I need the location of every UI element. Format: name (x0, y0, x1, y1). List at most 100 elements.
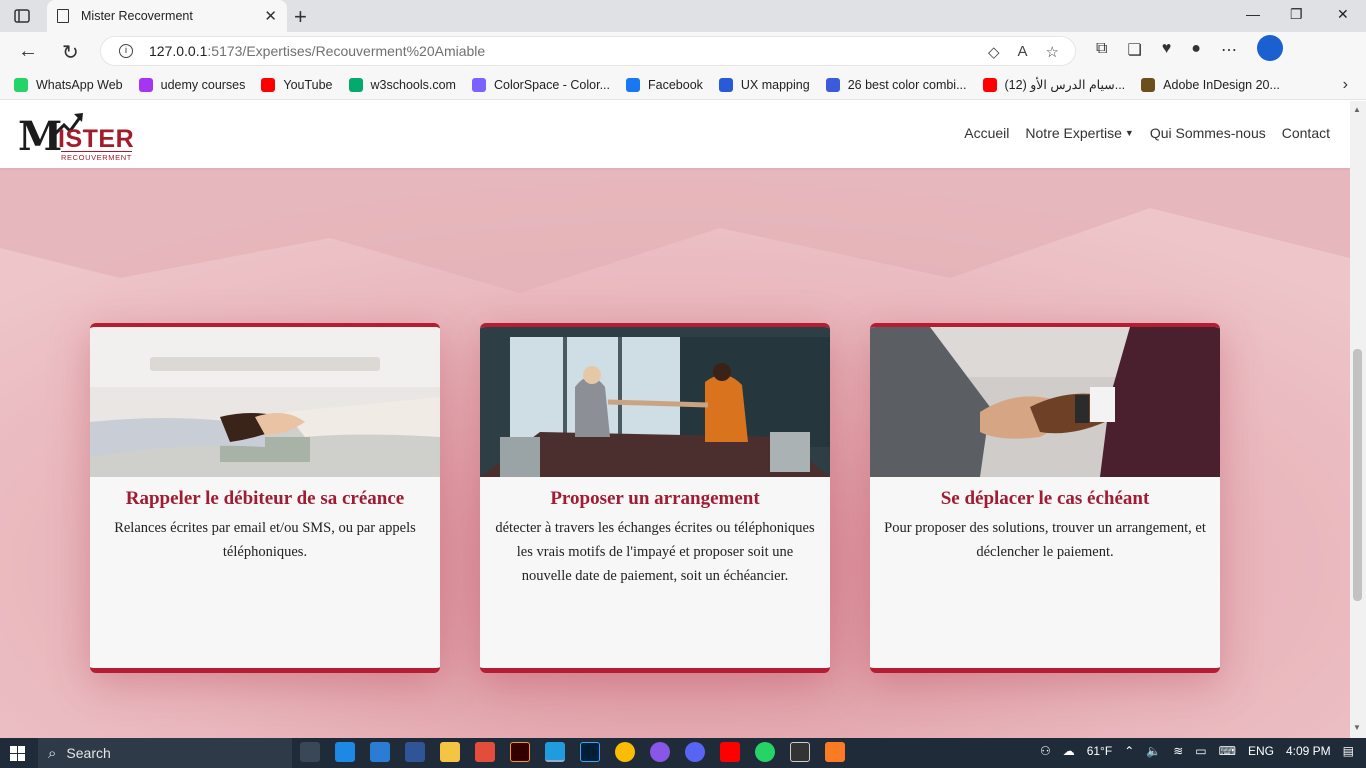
profile-icon[interactable]: ● (1191, 40, 1201, 61)
close-tab-icon[interactable]: ✕ (264, 7, 277, 25)
bookmark-item[interactable]: w3schools.com (348, 77, 456, 92)
bookmarks-bar: WhatsApp Web udemy courses YouTube w3school… (0, 70, 1366, 100)
photoshop-icon[interactable] (580, 742, 600, 762)
tab-actions-icon[interactable] (8, 6, 36, 26)
task-view-icon[interactable] (300, 742, 320, 762)
illustrator-icon[interactable] (510, 742, 530, 762)
bookmark-item[interactable]: Adobe InDesign 20... (1141, 77, 1280, 92)
keyboard-icon[interactable]: ⌨ (1219, 744, 1236, 758)
github-icon[interactable] (650, 742, 670, 762)
file-explorer-icon[interactable] (440, 742, 460, 762)
language-indicator[interactable]: ENG (1248, 744, 1274, 758)
bookmark-item[interactable]: UX mapping (718, 77, 810, 92)
edge-icon[interactable] (545, 742, 565, 762)
app-icon[interactable] (405, 742, 425, 762)
weather-icon[interactable]: ☁ (1063, 744, 1075, 758)
read-aloud-icon[interactable]: A (1018, 43, 1028, 61)
maximize-icon[interactable]: ❐ (1290, 6, 1303, 23)
collections-icon[interactable]: ❏ (1127, 40, 1141, 61)
scrollbar-thumb[interactable] (1353, 349, 1362, 601)
bookmark-item[interactable]: Facebook (626, 77, 703, 92)
system-tray: ⚇ ☁ 61°F ⌃ 🔈 ≋ ▭ ⌨ ENG 4:09 PM ▤ (1040, 744, 1354, 758)
url-field[interactable]: i 127.0.0.1:5173/Expertises/Recouverment… (100, 36, 1076, 66)
terminal-icon[interactable] (790, 742, 810, 762)
bookmark-item[interactable]: udemy courses (138, 77, 246, 92)
discord-icon[interactable] (685, 742, 705, 762)
volume-icon[interactable]: 🔈 (1146, 744, 1161, 758)
bookmark-item[interactable]: WhatsApp Web (14, 77, 123, 92)
nav-contact[interactable]: Contact (1282, 125, 1330, 141)
site-logo[interactable]: M ISTER RECOUVERMENT (18, 111, 136, 162)
bookmark-favicon-icon (348, 77, 363, 92)
git-icon[interactable] (475, 742, 495, 762)
expertise-card: Rappeler le débiteur de sa créance Relan… (90, 323, 440, 673)
bookmark-item[interactable]: (12) سيام الدرس الأو... (982, 77, 1125, 92)
search-icon: ⌕ (48, 744, 57, 762)
site-header: M ISTER RECOUVERMENT Accueil Notre Exper… (0, 101, 1350, 168)
info-icon[interactable]: i (119, 44, 133, 58)
main-nav: Accueil Notre Expertise ▼ Qui Sommes-nous… (964, 125, 1330, 141)
more-icon[interactable]: ⋯ (1221, 40, 1237, 61)
page-scrollbar[interactable]: ▲ ▼ (1350, 101, 1366, 738)
bookmark-favicon-icon (471, 77, 486, 92)
notifications-icon[interactable]: ▤ (1343, 744, 1354, 758)
health-icon[interactable]: ♥ (1162, 40, 1172, 61)
bing-icon[interactable] (1256, 35, 1283, 61)
new-tab-icon[interactable]: + (294, 4, 307, 30)
logo-subtitle: RECOUVERMENT (61, 151, 132, 162)
nav-expertise[interactable]: Notre Expertise ▼ (1025, 125, 1133, 141)
mail-icon[interactable] (335, 742, 355, 762)
refresh-icon[interactable]: ↻ (62, 40, 79, 65)
card-image-handshake-table (90, 327, 440, 477)
tag-icon[interactable]: ◇ (988, 43, 1000, 61)
card-title: Proposer un arrangement (550, 488, 760, 509)
favorite-icon[interactable]: ☆ (1046, 43, 1059, 61)
battery-icon[interactable]: ▭ (1195, 744, 1206, 758)
bookmark-item[interactable]: 26 best color combi... (825, 77, 967, 92)
browser-tab[interactable]: Mister Recoverment ✕ (47, 0, 287, 32)
card-title: Se déplacer le cas échéant (940, 488, 1150, 509)
card-image-meeting (480, 327, 830, 477)
youtube-icon[interactable] (720, 742, 740, 762)
expertise-card: Proposer un arrangement détecter à trave… (480, 323, 830, 673)
bookmark-label: udemy courses (160, 77, 246, 92)
caret-down-icon: ▼ (1124, 128, 1134, 138)
bookmarks-more-icon[interactable]: › (1343, 76, 1348, 94)
taskbar-search[interactable]: ⌕ Search (38, 738, 292, 768)
url-host: 127.0.0.1 (149, 43, 208, 59)
url-path: :5173/Expertises/Recouverment%20Amiable (207, 43, 486, 59)
nav-accueil[interactable]: Accueil (964, 125, 1009, 141)
windows-start-icon[interactable] (10, 746, 26, 762)
bookmark-favicon-icon (825, 77, 840, 92)
nav-qui-sommes-nous[interactable]: Qui Sommes-nous (1150, 125, 1266, 141)
bookmark-favicon-icon (138, 77, 153, 92)
bookmark-item[interactable]: YouTube (261, 77, 333, 92)
back-icon[interactable]: ← (18, 40, 38, 63)
close-window-icon[interactable]: ✕ (1337, 6, 1349, 23)
bookmark-label: YouTube (283, 77, 333, 92)
people-icon[interactable]: ⚇ (1040, 744, 1051, 758)
chrome-icon[interactable] (615, 742, 635, 762)
clock[interactable]: 4:09 PM (1286, 744, 1331, 758)
scroll-down-icon[interactable]: ▼ (1353, 723, 1361, 732)
bookmark-item[interactable]: ColorSpace - Color... (471, 77, 610, 92)
card-text: Relances écrites par email et/ou SMS, ou… (114, 520, 416, 560)
bookmark-label: WhatsApp Web (36, 77, 123, 92)
whatsapp-icon[interactable] (755, 742, 775, 762)
vscode-icon[interactable] (370, 742, 390, 762)
xampp-icon[interactable] (825, 742, 845, 762)
bookmark-label: ColorSpace - Color... (493, 77, 610, 92)
scroll-up-icon[interactable]: ▲ (1353, 105, 1361, 114)
bookmark-favicon-icon (261, 77, 276, 92)
bookmark-favicon-icon (718, 77, 733, 92)
bookmark-favicon-icon (14, 77, 28, 92)
extensions-icon[interactable]: ⧉ (1096, 40, 1107, 61)
bookmark-label: 26 best color combi... (847, 77, 967, 92)
bookmark-favicon-icon (626, 77, 640, 92)
weather-temp[interactable]: 61°F (1087, 744, 1112, 758)
bookmark-label: Adobe InDesign 20... (1163, 77, 1280, 92)
chevron-up-icon[interactable]: ⌃ (1124, 744, 1134, 758)
wifi-icon[interactable]: ≋ (1173, 744, 1183, 758)
minimize-icon[interactable]: — (1246, 6, 1260, 22)
browser-toolbar: ⧉ ❏ ♥ ● ⋯ (1096, 35, 1283, 61)
